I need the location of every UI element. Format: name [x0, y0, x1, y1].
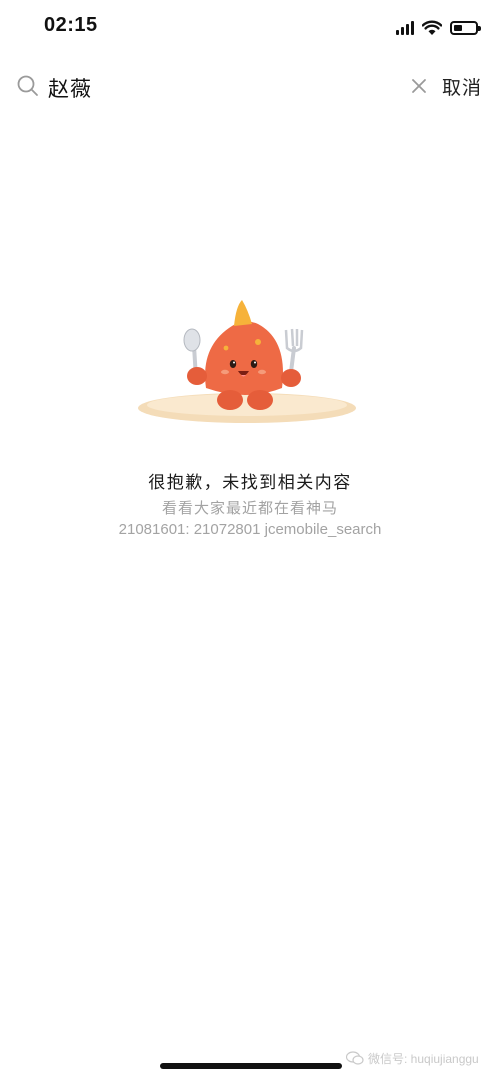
- search-input[interactable]: 赵薇: [48, 73, 92, 103]
- home-indicator[interactable]: [160, 1063, 342, 1069]
- search-icon: [17, 75, 38, 96]
- watermark: 微信号: huqiujianggu: [346, 1048, 479, 1068]
- clear-icon[interactable]: [410, 77, 428, 95]
- cancel-button[interactable]: 取消: [442, 73, 482, 100]
- wechat-icon: [346, 1051, 364, 1065]
- status-time: 02:15: [44, 14, 98, 36]
- mascot-illustration: [138, 300, 356, 423]
- empty-state-hint: 看看大家最近都在看神马: [161, 500, 338, 517]
- battery-icon: [450, 21, 481, 35]
- wifi-icon: [422, 20, 442, 35]
- status-bar: 02:15: [0, 0, 500, 56]
- signal-icon: [396, 21, 414, 35]
- watermark-text: 微信号: huqiujianggu: [368, 1051, 479, 1066]
- search-bar: 赵薇 取消: [0, 60, 500, 112]
- status-icons: [396, 18, 481, 38]
- empty-state-code: 21081601: 21072801 jcemobile_search: [118, 521, 382, 538]
- empty-state-title: 很抱歉，未找到相关内容: [148, 473, 352, 492]
